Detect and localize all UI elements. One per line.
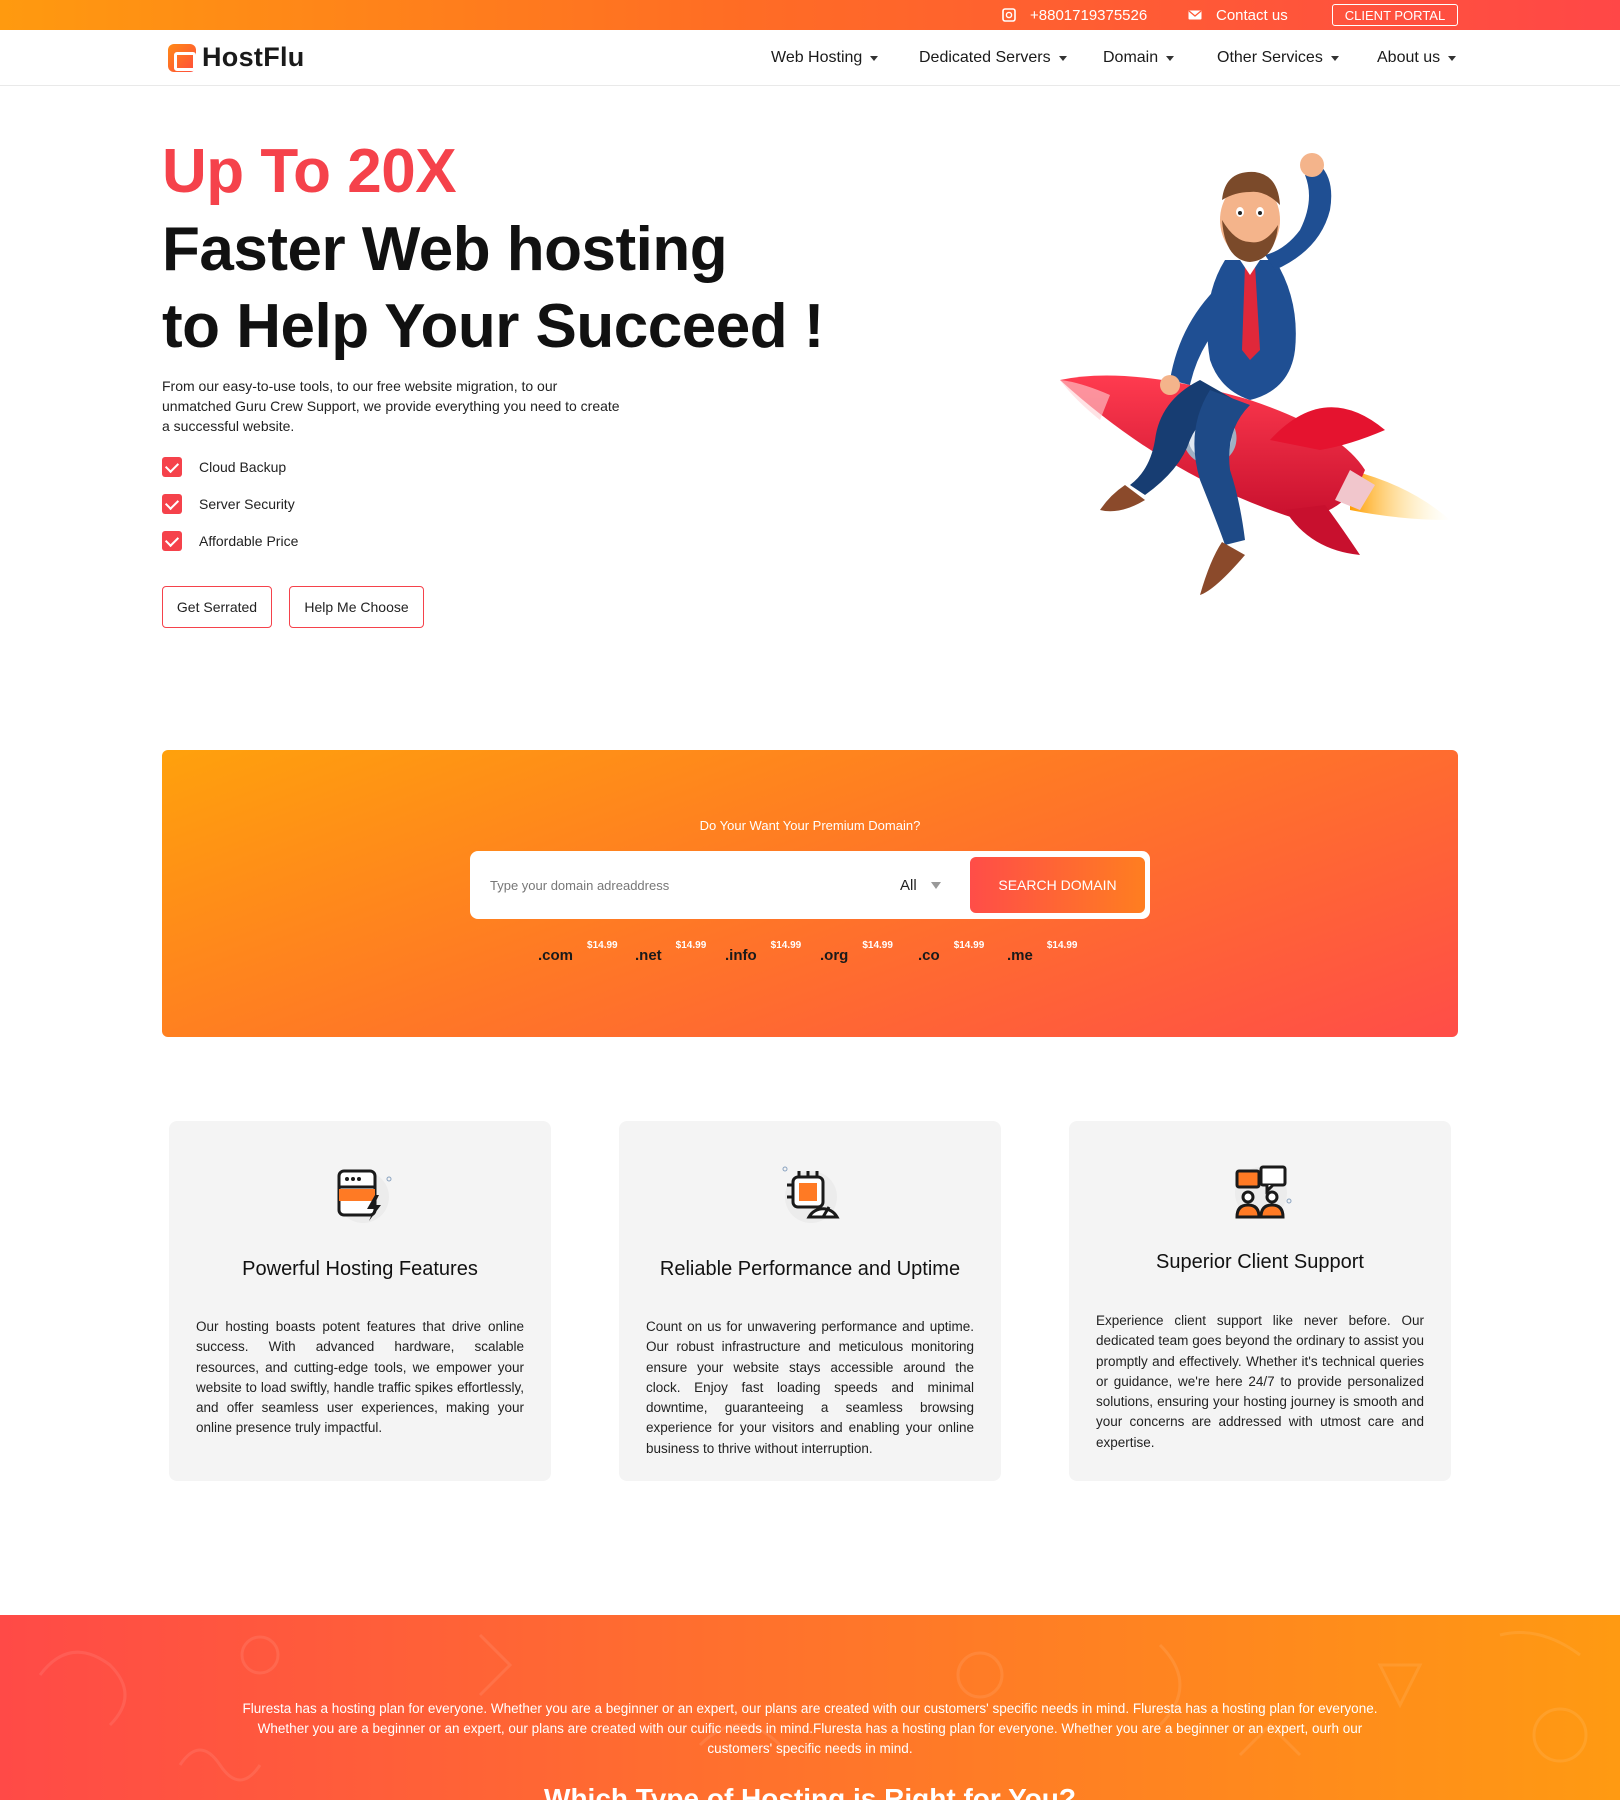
contact-label: Contact us [1216, 6, 1288, 24]
tld-select-value: All [900, 876, 917, 894]
plans-intro-text: Fluresta has a hosting plan for everyone… [242, 1701, 1378, 1757]
nav-label: Domain [1103, 49, 1159, 66]
chevron-down-icon [930, 881, 941, 889]
feature-card: Superior Client Support Experience clien… [1069, 1121, 1451, 1481]
nav-label: About us [1377, 49, 1441, 66]
chevron-down-icon [1166, 55, 1175, 61]
feature-check-item: Cloud Backup [162, 457, 286, 477]
top-bar: +8801719375526 Contact us CLIENT PORTAL [0, 0, 1620, 30]
domain-search-input[interactable] [490, 868, 870, 902]
tld-item[interactable]: .net $14.99 [635, 940, 706, 964]
nav-dedicated-servers[interactable]: Dedicated Servers [919, 30, 1067, 86]
nav-web-hosting[interactable]: Web Hosting [771, 30, 879, 86]
hosting-plans-section: Fluresta has a hosting plan for everyone… [0, 1615, 1620, 1800]
tld-extension: .co [918, 947, 940, 964]
card-description: Experience client support like never bef… [1096, 1313, 1424, 1450]
tld-price: $14.99 [770, 940, 802, 951]
mail-icon [1188, 10, 1202, 20]
tld-price: $14.99 [862, 940, 893, 951]
checkbox-icon [162, 531, 182, 551]
search-domain-button[interactable]: SEARCH DOMAIN [970, 857, 1145, 913]
check-label: Server Security [199, 496, 295, 512]
nav-domain[interactable]: Domain [1103, 30, 1175, 86]
tld-item[interactable]: .org $14.99 [820, 940, 893, 964]
hero-highlight: Up To 20X [162, 137, 457, 206]
tld-extension: .me [1007, 947, 1033, 964]
tld-select[interactable]: All [900, 868, 941, 902]
help-me-choose-button[interactable]: Help Me Choose [289, 586, 424, 628]
phone-icon [1002, 8, 1016, 22]
nav-other-services[interactable]: Other Services [1217, 30, 1339, 86]
checkbox-icon [162, 494, 182, 514]
checkbox-icon [162, 457, 182, 477]
chip-gauge-icon [782, 1166, 840, 1223]
nav-label: Other Services [1217, 49, 1323, 66]
phone-link[interactable]: +8801719375526 [1002, 0, 1147, 30]
tld-extension: .info [725, 947, 757, 964]
logo-icon [168, 43, 196, 72]
domain-search-bar: All SEARCH DOMAIN [470, 851, 1150, 919]
phone-number: +8801719375526 [1030, 6, 1148, 24]
domain-section-title: Do Your Want Your Premium Domain? [699, 818, 921, 833]
check-label: Cloud Backup [199, 459, 287, 475]
nav-about-us[interactable]: About us [1377, 30, 1457, 86]
tld-item[interactable]: .co $14.99 [918, 940, 984, 964]
tld-extension: .com [538, 947, 574, 964]
chevron-down-icon [870, 55, 879, 61]
server-bolt-icon [337, 1169, 392, 1223]
feature-card: Powerful Hosting Features Our hosting bo… [169, 1121, 551, 1481]
client-portal-button[interactable]: CLIENT PORTAL [1332, 4, 1458, 26]
chevron-down-icon [1448, 55, 1457, 61]
hero-title-line1: Faster Web hosting [162, 215, 728, 284]
hero-description: From our easy-to-use tools, to our free … [162, 378, 620, 434]
tld-item[interactable]: .info $14.99 [725, 940, 801, 964]
tld-extension: .org [820, 947, 849, 964]
tld-price: $14.99 [953, 940, 985, 951]
card-title: Superior Client Support [1156, 1251, 1364, 1273]
tld-item[interactable]: .me $14.99 [1007, 940, 1077, 964]
feature-card: Reliable Performance and Uptime Count on… [619, 1121, 1001, 1481]
contact-link[interactable]: Contact us [1188, 0, 1288, 30]
hero-title-line2: to Help Your Succeed ! [162, 292, 824, 361]
tld-price: $14.99 [675, 940, 707, 951]
logo[interactable]: HostFlu [168, 42, 305, 73]
logo-text: HostFlu [202, 42, 305, 72]
card-title: Reliable Performance and Uptime [659, 1258, 961, 1280]
tld-price: $14.99 [587, 940, 618, 951]
card-description: Count on us for unwavering performance a… [646, 1319, 974, 1456]
tld-price-list: .com $14.99 .net $14.99 .info $14.99 .or… [162, 940, 1458, 964]
tld-item[interactable]: .com $14.99 [538, 940, 618, 964]
feature-check-item: Affordable Price [162, 531, 298, 551]
chevron-down-icon [1330, 55, 1339, 61]
feature-check-item: Server Security [162, 494, 295, 514]
check-label: Affordable Price [199, 533, 299, 549]
get-started-button[interactable]: Get Serrated [162, 586, 272, 628]
plans-heading: Which Type of Hosting is Right for You? [544, 1783, 1076, 1800]
support-chat-icon [1235, 1165, 1292, 1219]
card-title: Powerful Hosting Features [242, 1258, 478, 1280]
main-header: HostFlu Web Hosting Dedicated Servers Do… [0, 30, 1620, 86]
tld-price: $14.99 [1046, 940, 1078, 951]
domain-search-section: Do Your Want Your Premium Domain? All SE… [162, 750, 1458, 1037]
chevron-down-icon [1058, 55, 1067, 61]
nav-label: Web Hosting [771, 49, 863, 66]
tld-extension: .net [635, 947, 662, 964]
rocket-businessman-illustration [1060, 153, 1450, 595]
nav-label: Dedicated Servers [919, 49, 1051, 66]
card-description: Our hosting boasts potent features that … [196, 1319, 524, 1436]
